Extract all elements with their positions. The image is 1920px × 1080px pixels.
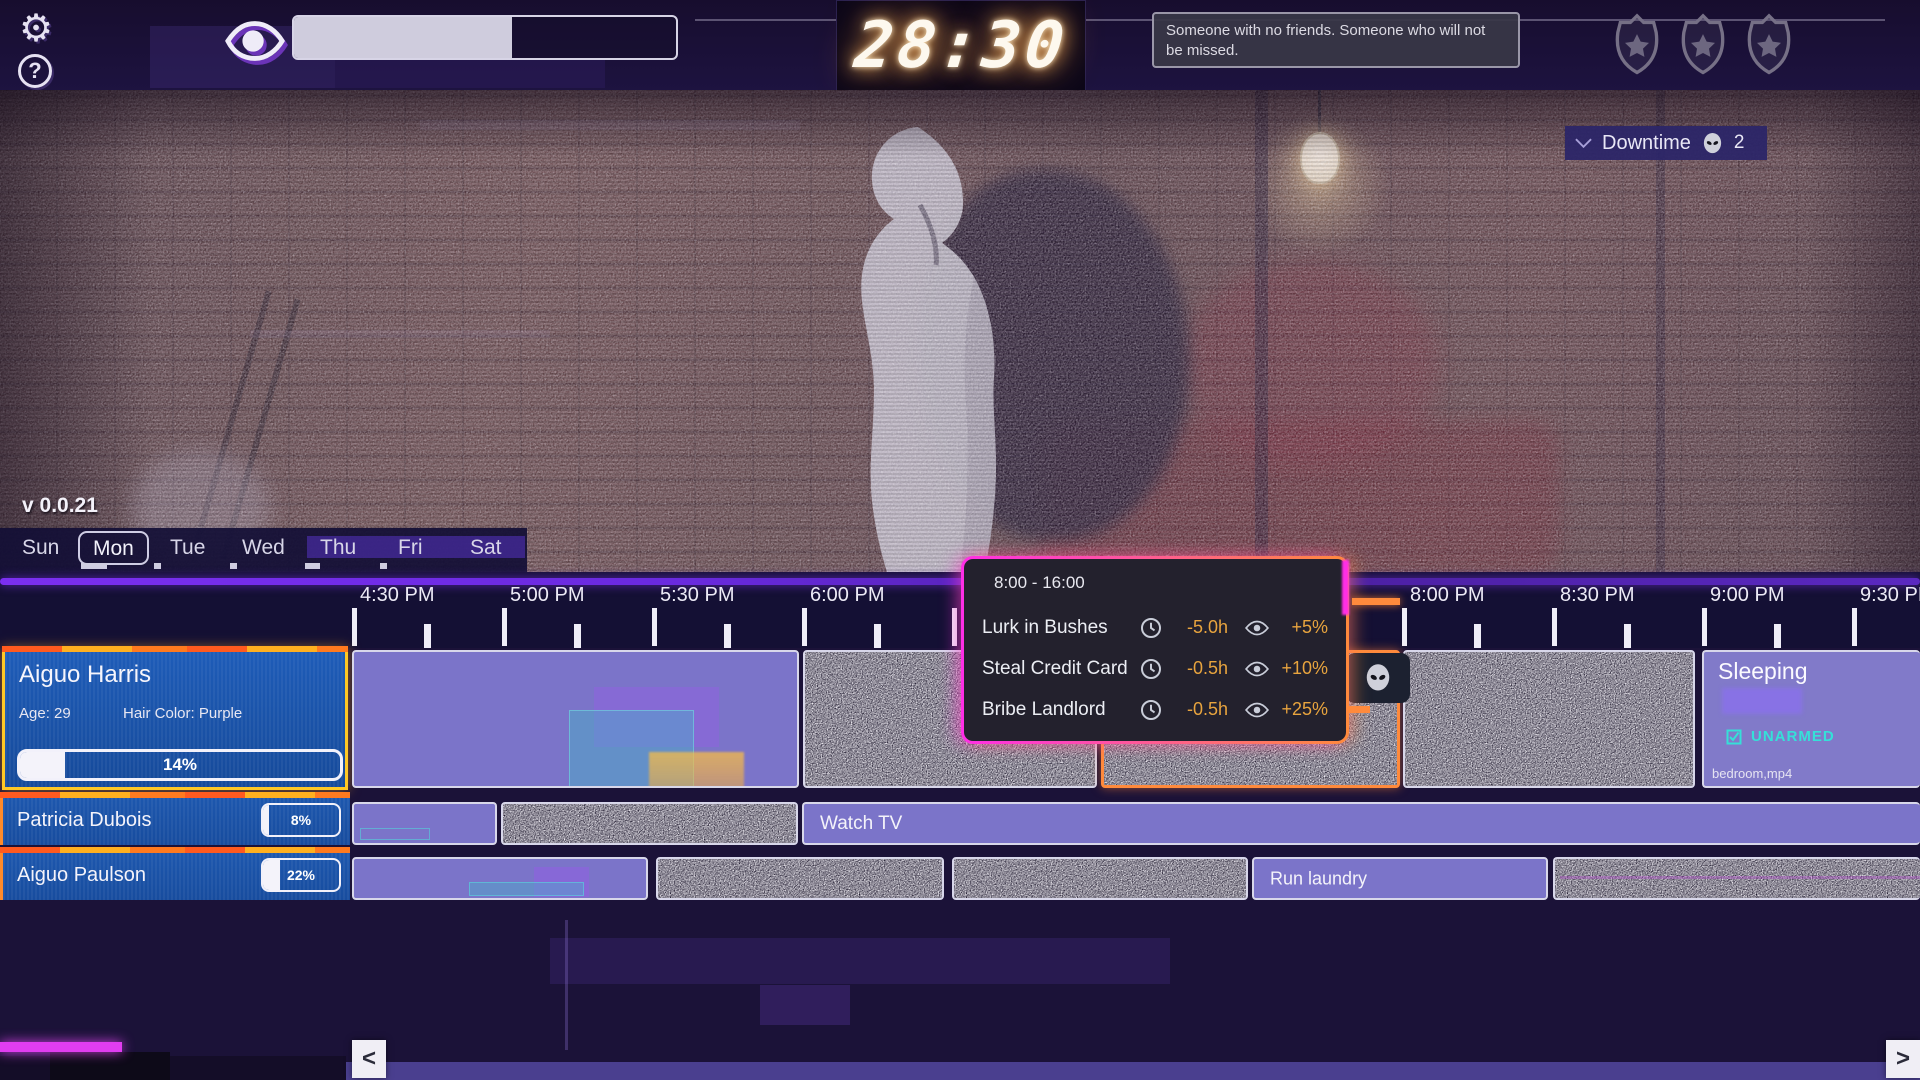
character-name: Aiguo Harris — [19, 661, 151, 689]
clock-icon — [1136, 658, 1166, 680]
time-tick-label: 4:30 PM — [360, 584, 434, 607]
time-tick-label: 9:00 PM — [1710, 584, 1784, 607]
character-hair: Hair Color: Purple — [123, 705, 242, 722]
checkbox-icon — [1726, 729, 1742, 745]
downtime-count: 2 — [1734, 132, 1745, 154]
tab-day-thu[interactable]: Thu — [320, 528, 356, 568]
time-tick-label: 5:00 PM — [510, 584, 584, 607]
alien-icon — [1363, 663, 1393, 693]
character-card-aiguo-harris[interactable]: Aiguo Harris Age: 29 Hair Color: Purple … — [2, 648, 348, 790]
schedule-block-empty[interactable] — [352, 650, 799, 788]
popup-option-lurk-in-bushes[interactable]: Lurk in Bushes -5.0h +5% — [982, 607, 1328, 648]
character-card-patricia-dubois[interactable]: Patricia Dubois 8% — [0, 797, 350, 845]
popup-time-range: 8:00 - 16:00 — [994, 573, 1328, 593]
character-name: Aiguo Paulson — [17, 852, 146, 900]
police-badge-icon — [1612, 6, 1662, 84]
popup-option-bribe-landlord[interactable]: Bribe Landlord -0.5h +25% — [982, 689, 1328, 730]
alien-icon — [1701, 132, 1724, 155]
downtime-label: Downtime — [1602, 132, 1691, 155]
character-age: Age: 29 — [19, 705, 71, 722]
clock-icon — [1136, 617, 1166, 639]
version-label: v 0.0.21 — [22, 494, 98, 518]
unarmed-status: UNARMED — [1726, 728, 1835, 745]
eye-icon — [1242, 702, 1272, 718]
card-glitch-band — [2, 646, 348, 652]
schedule-block-sleeping[interactable]: Sleeping UNARMED bedroom,mp4 — [1702, 650, 1920, 788]
investigation-progress-bar: 14% — [17, 749, 343, 781]
character-name: Patricia Dubois — [17, 797, 152, 845]
timeline-prev-button[interactable]: < — [352, 1040, 386, 1078]
tab-day-wed[interactable]: Wed — [242, 528, 285, 568]
investigation-progress-pill: 22% — [261, 858, 341, 892]
time-tick-label: 6:00 PM — [810, 584, 884, 607]
schedule-block-static[interactable] — [656, 857, 944, 900]
investigation-progress-pill: 8% — [261, 803, 341, 837]
day-tab-bar: Sun Mon Tue Wed Thu Fri Sat — [0, 528, 527, 572]
eye-icon — [1242, 661, 1272, 677]
glitch-magenta-bar — [0, 1042, 122, 1052]
eye-icon — [1242, 620, 1272, 636]
time-tick-label: 8:00 PM — [1410, 584, 1484, 607]
police-badges — [1612, 6, 1794, 84]
tab-day-tue[interactable]: Tue — [170, 528, 205, 568]
schedule-block-run-laundry[interactable]: Run laundry — [1252, 857, 1548, 900]
game-screen: ⚙ ? 28:30 Someone with no friends. Someo… — [0, 0, 1920, 1080]
schedule-block-watch-tv[interactable]: Watch TV — [802, 802, 1920, 845]
watch-progress-fill — [294, 17, 512, 58]
tab-day-sat[interactable]: Sat — [470, 528, 502, 568]
police-badge-icon — [1744, 6, 1794, 84]
sleeping-title: Sleeping — [1718, 658, 1808, 685]
top-bar: ⚙ ? 28:30 Someone with no friends. Someo… — [0, 0, 1920, 92]
settings-gear-icon[interactable]: ⚙ — [14, 6, 58, 50]
eye-icon — [224, 18, 286, 64]
clock-panel: 28:30 — [836, 0, 1086, 92]
watch-progress-bar — [292, 15, 678, 60]
timeline-next-button[interactable]: > — [1886, 1040, 1920, 1078]
time-tick-label: 8:30 PM — [1560, 584, 1634, 607]
alien-badge — [1346, 653, 1410, 703]
progress-label: 14% — [20, 752, 340, 778]
help-icon[interactable]: ? — [18, 54, 52, 88]
time-tick-label: 9:30 PM — [1860, 584, 1920, 607]
activity-label: Watch TV — [820, 813, 902, 835]
game-clock: 28:30 — [851, 9, 1071, 83]
schedule-block-static[interactable] — [1403, 650, 1695, 788]
schedule-block-empty[interactable] — [352, 802, 497, 845]
progress-label: 8% — [263, 805, 339, 835]
activity-popup: 8:00 - 16:00 Lurk in Bushes -5.0h +5% St… — [961, 556, 1349, 744]
schedule-block-empty[interactable] — [352, 857, 648, 900]
schedule-block-static[interactable] — [1553, 857, 1920, 900]
police-badge-icon — [1678, 6, 1728, 84]
progress-label: 22% — [263, 860, 339, 890]
tab-day-mon[interactable]: Mon — [78, 531, 149, 565]
character-card-aiguo-paulson[interactable]: Aiguo Paulson 22% — [0, 852, 350, 900]
surveillance-view[interactable]: Downtime 2 v 0.0.21 — [0, 90, 1920, 575]
activity-label: Run laundry — [1270, 868, 1367, 889]
status-message: Someone with no friends. Someone who wil… — [1152, 12, 1520, 68]
clock-icon — [1136, 699, 1166, 721]
tab-day-sun[interactable]: Sun — [22, 528, 59, 568]
time-tick-label: 5:30 PM — [660, 584, 734, 607]
schedule-block-static[interactable] — [952, 857, 1248, 900]
timeline-ruler[interactable]: 4:30 PM 5:00 PM 5:30 PM 6:00 PM 8:00 PM … — [0, 572, 1920, 648]
camera-file-label: bedroom,mp4 — [1712, 766, 1792, 781]
vignette — [0, 90, 1920, 575]
schedule-block-static[interactable] — [501, 802, 798, 845]
chevron-down-icon — [1575, 138, 1592, 148]
popup-option-steal-credit-card[interactable]: Steal Credit Card -0.5h +10% — [982, 648, 1328, 689]
downtime-dropdown[interactable]: Downtime 2 — [1565, 126, 1767, 160]
tab-day-fri[interactable]: Fri — [398, 528, 423, 568]
